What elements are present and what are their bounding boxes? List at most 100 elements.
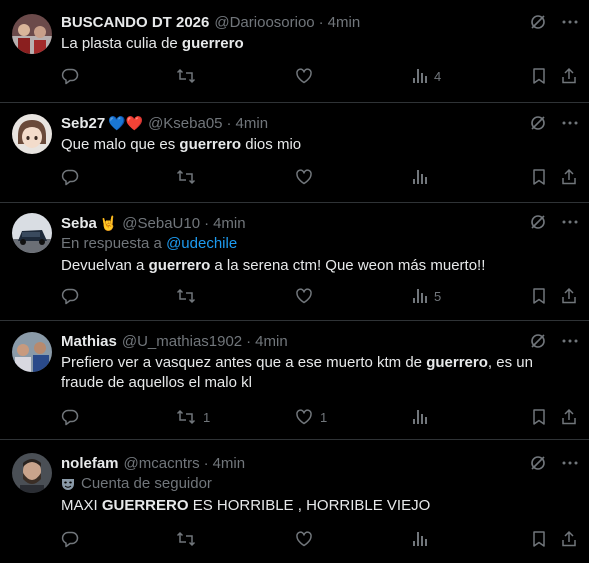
retweet-button[interactable]	[176, 67, 203, 85]
avatar[interactable]	[12, 114, 52, 154]
bookmark-button[interactable]	[531, 168, 547, 186]
name-emoji: 💙❤️	[108, 114, 144, 131]
avatar[interactable]	[12, 14, 52, 54]
display-name[interactable]: Mathias	[61, 333, 117, 350]
share-button[interactable]	[560, 408, 578, 426]
share-button[interactable]	[560, 287, 578, 305]
reply-button[interactable]	[61, 287, 86, 305]
share-icon	[562, 530, 576, 547]
timestamp[interactable]: 4min	[328, 14, 361, 31]
bookmark-icon	[533, 288, 545, 304]
user-handle[interactable]: @U_mathias1902	[122, 333, 242, 350]
like-button[interactable]	[295, 287, 320, 305]
highlighted-term: guerrero	[148, 257, 211, 274]
share-icon	[562, 168, 576, 185]
views-button[interactable]: 4	[413, 69, 441, 84]
tweet-header: Seba 🤘 @SebaU10 · 4min	[61, 213, 577, 233]
display-name[interactable]: BUSCANDO DT 2026	[61, 14, 209, 31]
tweet-feed: BUSCANDO DT 2026 @Darioosorioo · 4min La…	[0, 0, 589, 563]
bookmark-button[interactable]	[531, 530, 547, 548]
tweet-text: Que malo que es guerrero dios mio	[61, 135, 577, 155]
share-button[interactable]	[560, 67, 578, 85]
tweet-text: MAXI GUERRERO ES HORRIBLE , HORRIBLE VIE…	[61, 496, 577, 516]
user-handle[interactable]: @Darioosorioo	[214, 14, 314, 31]
avatar[interactable]	[12, 453, 52, 493]
grok-icon[interactable]	[529, 454, 547, 472]
share-button[interactable]	[560, 530, 578, 548]
bookmark-icon	[533, 409, 545, 425]
display-name[interactable]: Seb27	[61, 115, 105, 132]
display-name[interactable]: nolefam	[61, 455, 119, 472]
text-segment: La plasta culia de	[61, 35, 182, 52]
grok-icon[interactable]	[529, 332, 547, 350]
bookmark-button[interactable]	[531, 67, 547, 85]
tweet[interactable]: Seb27 💙❤️ @Kseba05 · 4min Que malo que e…	[0, 103, 589, 203]
tweet-header: Mathias @U_mathias1902 · 4min	[61, 331, 577, 351]
timestamp[interactable]: 4min	[255, 333, 288, 350]
avatar[interactable]	[12, 332, 52, 372]
reply-icon	[61, 288, 79, 305]
retweet-icon	[176, 68, 196, 84]
text-segment: fraude de aquellos el malo kl	[61, 374, 252, 391]
bookmark-button[interactable]	[531, 287, 547, 305]
reply-button[interactable]	[61, 530, 86, 548]
like-icon	[296, 169, 312, 185]
display-name[interactable]: Seba	[61, 215, 97, 232]
more-icon[interactable]	[561, 213, 579, 231]
more-icon[interactable]	[561, 114, 579, 132]
views-button[interactable]	[413, 532, 434, 546]
more-icon[interactable]	[561, 332, 579, 350]
user-handle[interactable]: @SebaU10	[122, 215, 200, 232]
views-icon	[413, 532, 427, 546]
tweet-text: Devuelvan a guerrero a la serena ctm! Qu…	[61, 256, 577, 276]
retweet-button[interactable]: 1	[176, 408, 210, 426]
like-icon	[296, 288, 312, 304]
text-segment: MAXI	[61, 497, 102, 514]
timestamp[interactable]: 4min	[213, 455, 246, 472]
grok-icon[interactable]	[529, 13, 547, 31]
views-icon	[413, 170, 427, 184]
tweet[interactable]: Mathias @U_mathias1902 · 4min Prefiero v…	[0, 321, 589, 440]
grok-icon[interactable]	[529, 213, 547, 231]
highlighted-term: guerrero	[179, 136, 242, 153]
views-button[interactable]: 5	[413, 289, 441, 304]
tweet[interactable]: Seba 🤘 @SebaU10 · 4min En respuesta a @u…	[0, 203, 589, 321]
user-handle[interactable]: @Kseba05	[148, 115, 222, 132]
reply-icon	[61, 531, 79, 548]
bookmark-button[interactable]	[531, 408, 547, 426]
reply-button[interactable]	[61, 168, 86, 186]
timestamp[interactable]: 4min	[213, 215, 246, 232]
views-button[interactable]	[413, 410, 434, 424]
tweet[interactable]: BUSCANDO DT 2026 @Darioosorioo · 4min La…	[0, 0, 589, 103]
action-bar: 5	[61, 286, 577, 306]
reply-mention-link[interactable]: @udechile	[166, 235, 237, 252]
share-button[interactable]	[560, 168, 578, 186]
avatar[interactable]	[12, 213, 52, 253]
reply-button[interactable]	[61, 408, 86, 426]
like-count: 1	[320, 409, 328, 425]
separator-dot: ·	[246, 332, 252, 350]
retweet-icon	[176, 531, 196, 547]
reply-button[interactable]	[61, 67, 86, 85]
tweet[interactable]: nolefam @mcacntrs · 4min Cuenta de segui…	[0, 440, 589, 563]
like-button[interactable]	[295, 530, 320, 548]
views-button[interactable]	[413, 170, 434, 184]
retweet-icon	[176, 409, 196, 425]
text-segment: ES HORRIBLE , HORRIBLE VIEJO	[188, 497, 431, 514]
user-handle[interactable]: @mcacntrs	[124, 455, 200, 472]
action-bar: 4	[61, 66, 577, 86]
grok-icon[interactable]	[529, 114, 547, 132]
reply-icon	[61, 409, 79, 426]
timestamp[interactable]: 4min	[236, 115, 269, 132]
view-count: 4	[434, 68, 442, 84]
retweet-button[interactable]	[176, 530, 203, 548]
retweet-button[interactable]	[176, 168, 203, 186]
retweet-button[interactable]	[176, 287, 203, 305]
more-icon[interactable]	[561, 454, 579, 472]
like-button[interactable]	[295, 67, 320, 85]
like-button[interactable]: 1	[295, 408, 327, 426]
more-icon[interactable]	[561, 13, 579, 31]
reply-icon	[61, 169, 79, 186]
text-segment: Prefiero ver a vasquez antes que a ese m…	[61, 354, 427, 371]
like-button[interactable]	[295, 168, 320, 186]
